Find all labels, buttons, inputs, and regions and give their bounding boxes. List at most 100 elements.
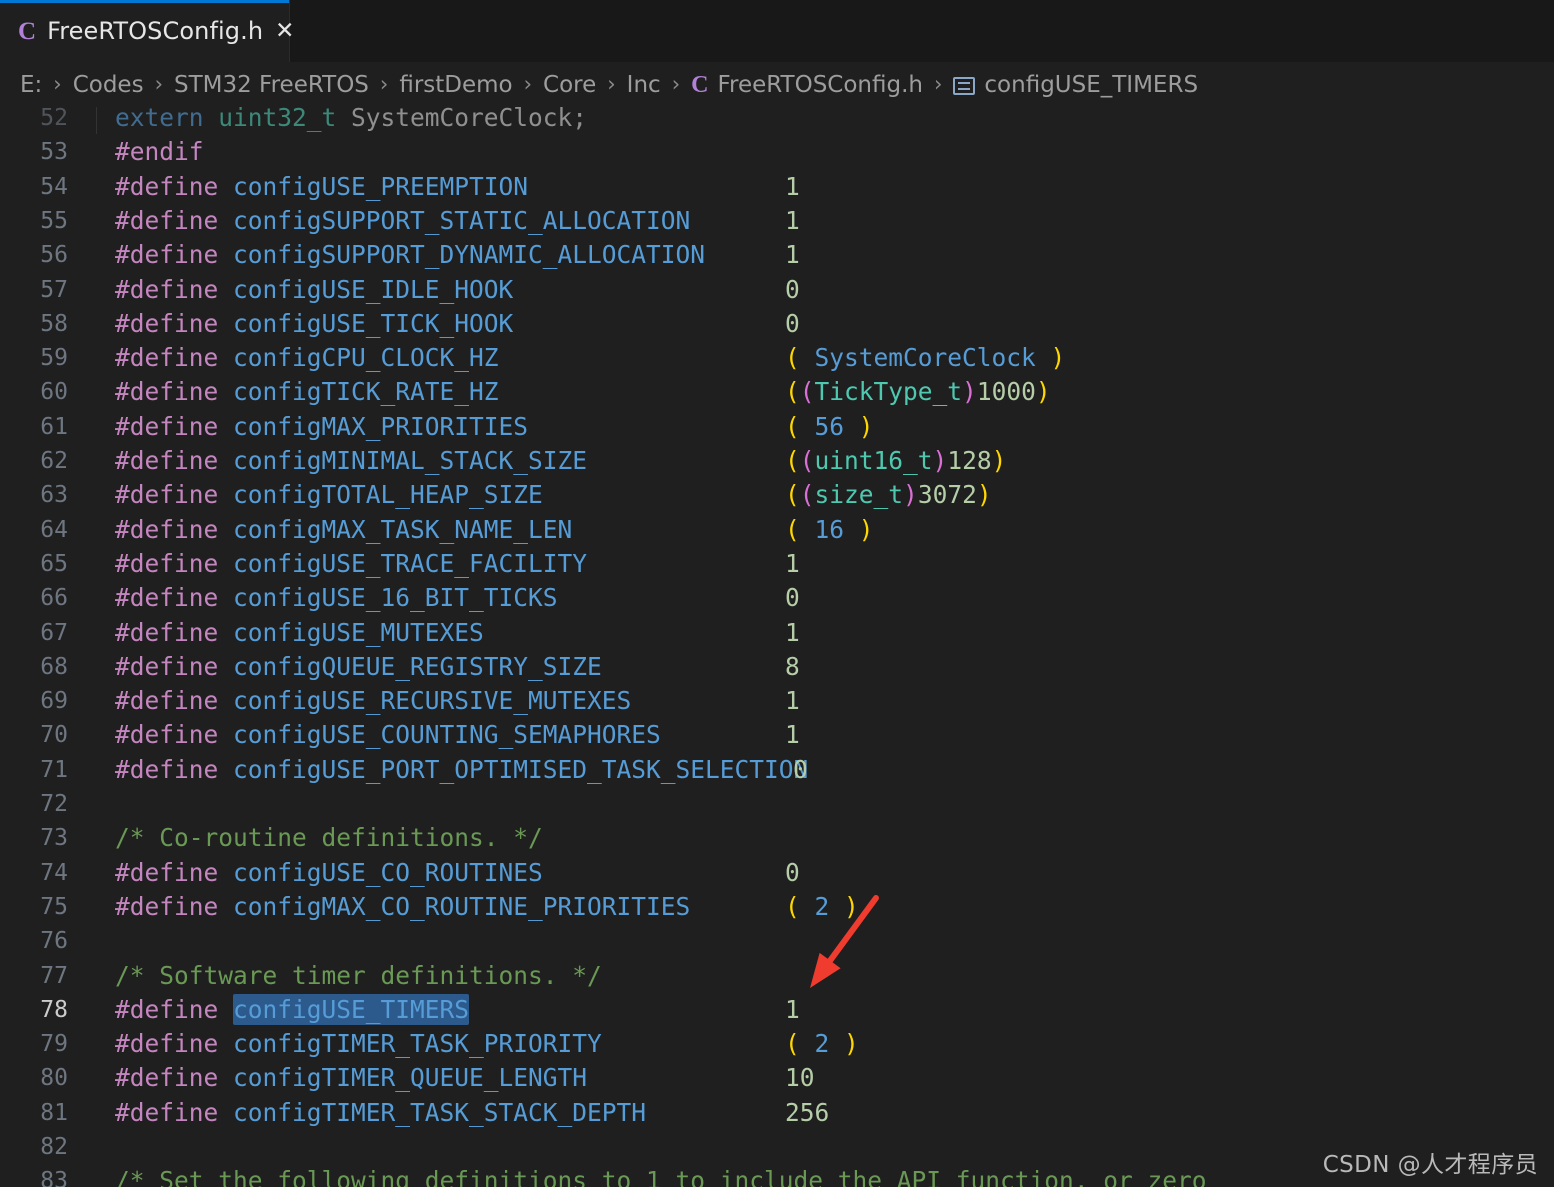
code-editor[interactable]: 52 extern uint32_t SystemCoreClock; 53 #end… (0, 107, 1554, 1187)
code-token: ( (785, 480, 800, 510)
code-token: 1 (785, 171, 800, 201)
code-token: 0 (785, 857, 800, 887)
code-text: #define configUSE_16_BIT_TICKS (115, 581, 558, 615)
code-line[interactable]: 77 /* Software timer definitions. */ (0, 959, 1554, 993)
line-number: 77 (40, 962, 68, 989)
code-line[interactable]: 80 #define configTIMER_QUEUE_LENGTH 10 (0, 1061, 1554, 1095)
code-line[interactable]: 62 #define configMINIMAL_STACK_SIZE ((uint… (0, 444, 1554, 478)
code-token: ( (785, 446, 800, 475)
breadcrumb-item-freertosconfig-h[interactable]: C FreeRTOSConfig.h (691, 72, 923, 98)
code-line[interactable]: 75 #define configMAX_CO_ROUTINE_PRIORITIE… (0, 890, 1554, 924)
code-line[interactable]: 61 #define configMAX_PRIORITIES ( 56 ) (0, 410, 1554, 444)
code-token: 8 (785, 651, 800, 681)
code-token: configTICK_RATE_HZ (233, 377, 499, 407)
line-number: 65 (40, 550, 68, 577)
breadcrumb-item-label: configUSE_TIMERS (984, 71, 1199, 98)
breadcrumb-item-inc[interactable]: Inc (627, 72, 661, 98)
breadcrumb-item-core[interactable]: Core (543, 72, 596, 98)
code-line[interactable]: 65 #define configUSE_TRACE_FACILITY 1 (0, 547, 1554, 581)
code-token: configUSE_TRACE_FACILITY (233, 548, 588, 578)
code-token: configUSE_PREEMPTION (233, 171, 529, 201)
code-line[interactable]: 68 #define configQUEUE_REGISTRY_SIZE 8 (0, 650, 1554, 684)
code-text: #define configUSE_TIMERS (115, 993, 470, 1027)
code-line[interactable]: 69 #define configUSE_RECURSIVE_MUTEXES 1 (0, 684, 1554, 718)
code-line[interactable]: 83 /* Set the following definitions to 1 … (0, 1164, 1554, 1187)
code-line[interactable]: 72 (0, 787, 1554, 821)
macro-value: ( 56 ) (785, 410, 874, 444)
code-line[interactable]: 73 /* Co-routine definitions. */ (0, 821, 1554, 855)
macro-value: 1 (785, 718, 800, 752)
code-token: SystemCoreClock (814, 343, 1036, 373)
macro-value: 1 (785, 993, 800, 1027)
code-token: ( (785, 377, 800, 407)
code-line[interactable]: 52 extern uint32_t SystemCoreClock; (0, 107, 1554, 135)
code-line[interactable]: 54 #define configUSE_PREEMPTION 1 (0, 170, 1554, 204)
close-icon[interactable]: ✕ (275, 17, 294, 45)
code-text: #define configMINIMAL_STACK_SIZE (115, 444, 587, 478)
code-line[interactable]: 76 (0, 924, 1554, 958)
code-line[interactable]: 79 #define configTIMER_TASK_PRIORITY ( 2 ) (0, 1027, 1554, 1061)
line-number: 72 (40, 791, 68, 817)
code-token: 2 (814, 891, 830, 921)
code-line[interactable]: 64 #define configMAX_TASK_NAME_LEN ( 16 ) (0, 513, 1554, 547)
code-line[interactable]: 63 #define configTOTAL_HEAP_SIZE ((size_t)… (0, 478, 1554, 512)
code-line[interactable]: 70 #define configUSE_COUNTING_SEMAPHORES 1 (0, 718, 1554, 752)
breadcrumb-separator: › (671, 72, 681, 96)
line-number: 59 (40, 345, 68, 372)
code-token: 1 (785, 617, 800, 647)
breadcrumb-item-label: firstDemo (399, 71, 513, 98)
code-token: ) (844, 411, 874, 441)
breadcrumb-separator: › (53, 72, 62, 96)
code-line[interactable]: 81 #define configTIMER_TASK_STACK_DEPTH 25… (0, 1096, 1554, 1130)
breadcrumb-item-codes[interactable]: Codes (73, 72, 144, 98)
code-line[interactable]: 74 #define configUSE_CO_ROUTINES 0 (0, 856, 1554, 890)
breadcrumb: E: › Codes › STM32 FreeRTOS › firstDemo › Core › I… (0, 62, 1554, 107)
code-text: #endif (115, 135, 204, 169)
code-token: configTIMER_TASK_STACK_DEPTH (233, 1097, 647, 1127)
indent-guide (96, 107, 97, 134)
macro-value: 8 (785, 650, 800, 684)
macro-value: 0 (793, 753, 808, 787)
breadcrumb-item-e[interactable]: E: (20, 72, 42, 98)
code-token: ) (903, 480, 918, 510)
code-token: extern (115, 107, 219, 132)
code-line[interactable]: 71 #define configUSE_PORT_OPTIMISED_TASK_… (0, 753, 1554, 787)
code-token: uint16_t (814, 446, 933, 475)
code-line[interactable]: 53 #endif (0, 135, 1554, 169)
line-number: 60 (40, 379, 68, 406)
code-text: #define configTIMER_TASK_STACK_DEPTH (115, 1096, 646, 1130)
code-line[interactable]: 78 #define configUSE_TIMERS 1 (0, 993, 1554, 1027)
code-line[interactable]: 57 #define configUSE_IDLE_HOOK 0 (0, 273, 1554, 307)
macro-value: 0 (785, 581, 800, 615)
code-token: 0 (785, 274, 800, 304)
macro-value: ( 2 ) (785, 1027, 859, 1061)
editor-tab-bar: C FreeRTOSConfig.h ✕ (0, 0, 1554, 62)
code-line[interactable]: 67 #define configUSE_MUTEXES 1 (0, 616, 1554, 650)
breadcrumb-item-firstdemo[interactable]: firstDemo (399, 72, 512, 98)
code-token: ( (799, 377, 815, 407)
code-line[interactable]: 55 #define configSUPPORT_STATIC_ALLOCATIO… (0, 204, 1554, 238)
code-token: 1 (785, 240, 800, 270)
line-number: 68 (40, 653, 68, 680)
line-number: 64 (40, 516, 68, 543)
code-line[interactable]: 60 #define configTICK_RATE_HZ ((TickType_t… (0, 375, 1554, 409)
code-token: ( (799, 446, 815, 475)
code-token: #define (115, 205, 234, 235)
editor-tab-freertosconfig[interactable]: C FreeRTOSConfig.h ✕ (0, 0, 294, 62)
code-text: #define configSUPPORT_STATIC_ALLOCATION (115, 204, 690, 238)
code-token: ) (991, 446, 1007, 475)
code-line[interactable]: 56 #define configSUPPORT_DYNAMIC_ALLOCATI… (0, 238, 1554, 272)
code-token: configMAX_PRIORITIES (233, 411, 529, 441)
code-text: #define configUSE_IDLE_HOOK (115, 273, 513, 307)
code-token: 0 (793, 754, 808, 784)
line-number: 82 (40, 1134, 68, 1160)
breadcrumb-item-configuse-timers[interactable]: configUSE_TIMERS (953, 72, 1198, 98)
code-line[interactable]: 59 #define configCPU_CLOCK_HZ ( SystemCore… (0, 341, 1554, 375)
code-line[interactable]: 82 (0, 1130, 1554, 1164)
breadcrumb-item-stm32-freertos[interactable]: STM32 FreeRTOS (174, 72, 369, 98)
code-line[interactable]: 66 #define configUSE_16_BIT_TICKS 0 (0, 581, 1554, 615)
code-token: #define (115, 446, 234, 475)
code-token: ) (829, 1029, 859, 1059)
macro-value: 1 (785, 238, 800, 272)
code-line[interactable]: 58 #define configUSE_TICK_HOOK 0 (0, 307, 1554, 341)
